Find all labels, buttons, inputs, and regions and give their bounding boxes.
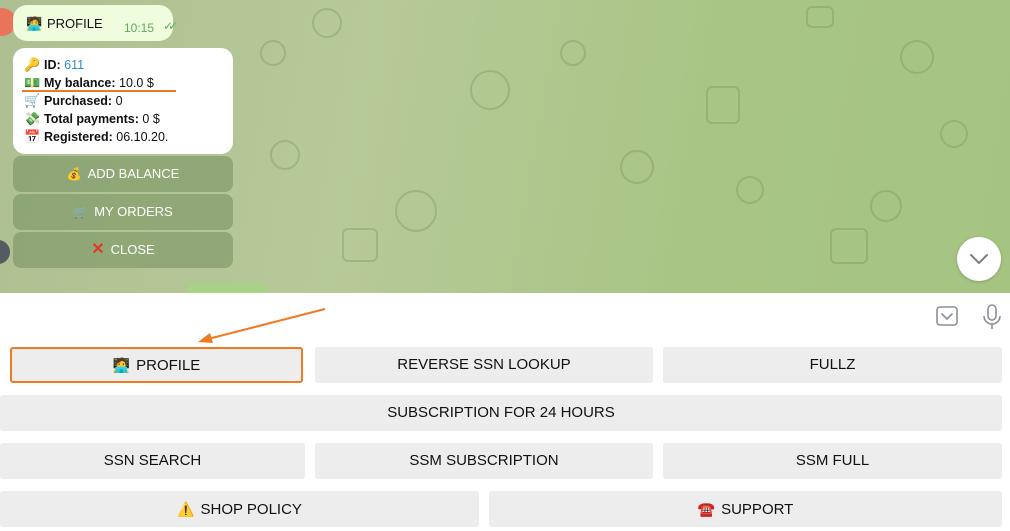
close-label: CLOSE (110, 242, 155, 257)
ssm-subscription-label: SSM SUBSCRIPTION (409, 452, 559, 469)
support-button[interactable]: ☎️ SUPPORT (489, 491, 1002, 527)
profile-label: Total payments: (44, 112, 139, 126)
outgoing-message: 🧑‍💻 PROFILE 10:15 ✓✓ (13, 5, 178, 41)
doodle-decoration (260, 40, 286, 66)
close-button[interactable]: ✕ CLOSE (13, 232, 233, 268)
my-orders-button[interactable]: 🛒 MY ORDERS (13, 194, 233, 230)
profile-balance-value: 10.0 $ (119, 76, 154, 90)
doodle-decoration (806, 6, 834, 28)
message-peek (188, 283, 268, 293)
chevron-down-icon (970, 254, 988, 264)
keyboard-toggle-icon[interactable] (936, 306, 958, 326)
scroll-down-button[interactable] (957, 237, 1001, 281)
user-avatar[interactable] (0, 240, 10, 264)
profile-label: Registered: (44, 130, 113, 144)
doodle-decoration (940, 120, 968, 148)
doodle-decoration (560, 40, 586, 66)
doodle-decoration (395, 190, 437, 232)
profile-button[interactable]: 🧑‍💻 PROFILE (10, 347, 303, 383)
double-check-icon: ✓✓ (163, 19, 178, 33)
person-at-computer-icon: 🧑‍💻 (112, 357, 131, 373)
ssn-search-label: SSN SEARCH (103, 452, 202, 469)
profile-message: 🔑 ID: 611 💵 My balance: 10.0 $ 🛒 Purchased:… (13, 48, 233, 154)
profile-label: ID: (44, 58, 61, 72)
outgoing-message-text: PROFILE (47, 16, 103, 31)
doodle-decoration (312, 8, 342, 38)
fullz-button[interactable]: FULLZ (663, 347, 1002, 383)
doodle-decoration (270, 140, 300, 170)
doodle-decoration (900, 40, 934, 74)
fullz-label: FULLZ (809, 356, 856, 373)
person-at-computer-icon: 🧑‍💻 (26, 16, 43, 31)
ssn-search-button[interactable]: SSN SEARCH (0, 443, 305, 479)
key-icon: 🔑 (24, 57, 41, 72)
shop-policy-label: SHOP POLICY (200, 501, 302, 518)
doodle-decoration (830, 228, 868, 264)
add-balance-button[interactable]: 💰 ADD BALANCE (13, 156, 233, 192)
money-wings-icon: 💸 (24, 111, 41, 126)
coin-icon: 💰 (66, 167, 82, 181)
ssm-full-label: SSM FULL (795, 452, 870, 469)
calendar-icon: 📅 (24, 129, 41, 144)
doodle-decoration (620, 150, 654, 184)
cart-icon: 🛒 (24, 93, 41, 108)
reverse-ssn-lookup-label: REVERSE SSN LOOKUP (397, 356, 571, 373)
ssm-full-button[interactable]: SSM FULL (663, 443, 1002, 479)
doodle-decoration (342, 228, 378, 262)
microphone-icon[interactable] (982, 304, 1002, 330)
cart-icon: 🛒 (73, 205, 89, 219)
shop-policy-button[interactable]: ⚠️ SHOP POLICY (0, 491, 479, 527)
doodle-decoration (870, 190, 902, 222)
profile-line-registered: 📅 Registered: 06.10.20. (24, 128, 168, 146)
cross-mark-icon: ✕ (91, 241, 105, 258)
profile-button-label: PROFILE (136, 357, 201, 374)
profile-label: Purchased: (44, 94, 113, 108)
ssm-subscription-button[interactable]: SSM SUBSCRIPTION (315, 443, 653, 479)
profile-line-purchased: 🛒 Purchased: 0 (24, 92, 123, 110)
subscription-24-hours-button[interactable]: SUBSCRIPTION FOR 24 HOURS (0, 395, 1002, 431)
warning-icon: ⚠️ (177, 501, 195, 517)
profile-registered-value: 06.10.20. (116, 130, 169, 144)
message-time: 10:15 (124, 21, 155, 35)
subscription-24-hours-label: SUBSCRIPTION FOR 24 HOURS (387, 404, 615, 421)
profile-payments-value: 0 $ (142, 112, 160, 126)
my-orders-label: MY ORDERS (94, 204, 173, 219)
profile-line-id: 🔑 ID: 611 (24, 56, 84, 74)
profile-line-payments: 💸 Total payments: 0 $ (24, 110, 160, 128)
support-label: SUPPORT (721, 501, 794, 518)
profile-id-value[interactable]: 611 (64, 58, 84, 72)
doodle-decoration (470, 70, 510, 110)
telephone-icon: ☎️ (697, 501, 716, 517)
profile-purchased-value: 0 (115, 94, 123, 108)
add-balance-label: ADD BALANCE (87, 166, 180, 181)
doodle-decoration (706, 86, 740, 124)
message-compose-bar[interactable] (0, 293, 1010, 339)
chat-area: 🧑‍💻 PROFILE 10:15 ✓✓ 🔑 ID: 611 💵 My balanc… (0, 0, 1010, 293)
reverse-ssn-lookup-button[interactable]: REVERSE SSN LOOKUP (315, 347, 653, 383)
profile-label: My balance: (44, 76, 116, 90)
doodle-decoration (736, 176, 764, 204)
